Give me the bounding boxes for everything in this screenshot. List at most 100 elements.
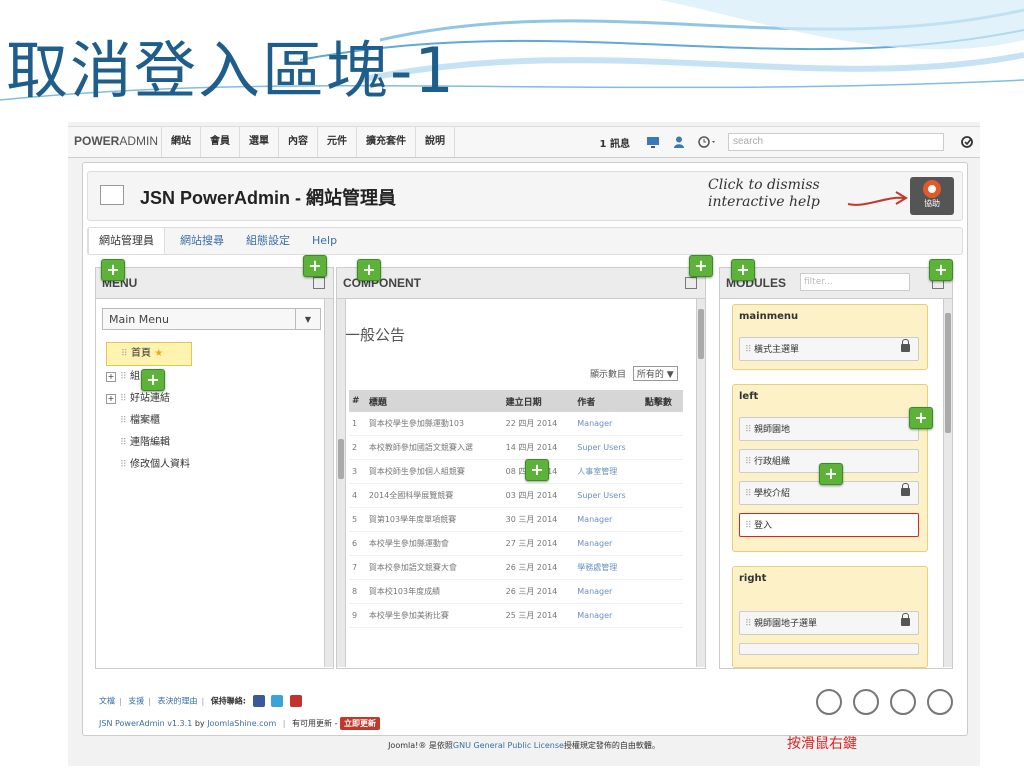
add-menu-item-button[interactable]: + [141,369,165,391]
row-author[interactable]: 人事室管理 [574,459,642,484]
nav-users[interactable]: 會員 [200,127,239,157]
table-row[interactable]: 2 本校教師參加國語文競賽入選 14 四月 2014 Super Users [349,435,683,460]
row-author[interactable]: Super Users [574,483,642,508]
add-article-button[interactable]: + [525,459,549,481]
nav-help[interactable]: 說明 [415,127,455,157]
search-input[interactable]: search [728,133,944,151]
col-created[interactable]: 建立日期 [502,390,575,412]
add-button[interactable]: + [689,255,713,277]
mobile-icon[interactable] [927,689,953,715]
dismiss-help-hint[interactable]: Click to dismiss interactive help [708,177,820,211]
tab-site-manager[interactable]: 網站管理員 [88,228,165,254]
module-item[interactable] [739,643,919,655]
maximize-icon[interactable] [313,277,325,289]
row-title[interactable]: 本校教師參加國語文競賽入選 [365,435,503,460]
row-title[interactable]: 賀本校103年度成績 [365,579,503,604]
table-row[interactable]: 1 賀本校學生參加縣運動103 22 四月 2014 Manager [349,412,683,436]
add-button[interactable]: + [303,255,327,277]
component-left-scrollbar[interactable] [337,299,346,667]
clock-dropdown-icon[interactable] [698,135,718,149]
add-module-item-button[interactable]: + [819,463,843,485]
table-row[interactable]: 3賀本校師生參加個人組競賽08 四月 2014人事室管理 [349,459,683,484]
col-number[interactable]: # [349,390,366,412]
table-row[interactable]: 5 賀第103學年度單項競賽 30 三月 2014 Manager [349,507,683,532]
brand-logo[interactable]: POWERADMIN [74,134,158,148]
tab-configuration[interactable]: 組態設定 [236,228,300,254]
row-title[interactable]: 賀本校學生參加縣運動103 [365,412,503,436]
module-filter-input[interactable]: filter... [800,273,910,291]
nav-components[interactable]: 元件 [317,127,356,157]
menu-item-profile[interactable]: ⠿ 修改個人資料 [106,454,192,476]
company-link[interactable]: JoomlaShine.com [207,719,276,728]
facebook-icon[interactable] [252,695,265,707]
row-title[interactable]: 本校學生參加美術比賽 [365,603,503,628]
table-row[interactable]: 7 賀本校參加語文競賽大會 26 三月 2014 學務處管理 [349,555,683,580]
footer-link-docs[interactable]: 文檔 [99,697,115,706]
youtube-icon[interactable] [289,695,302,707]
module-item[interactable]: ⠿ 橫式主選單 [739,337,919,361]
add-module-left-button[interactable]: + [909,407,933,429]
display-select[interactable]: 所有的 ▼ [632,366,678,381]
expand-icon[interactable]: + [106,372,116,382]
modules-scrollbar[interactable] [943,299,952,667]
expand-icon[interactable]: + [106,394,116,404]
module-item[interactable]: ⠿ 親師園地子選單 [739,611,919,635]
col-hits[interactable]: 點擊數 [641,390,683,412]
nav-menus[interactable]: 選單 [239,127,278,157]
update-now-button[interactable]: 立即更新 [340,717,381,730]
nav-site[interactable]: 網站 [161,127,200,157]
footer-link-support[interactable]: 支援 [128,697,144,706]
user-icon[interactable] [672,135,686,149]
module-item[interactable]: ⠿ 親師園地 [739,417,919,441]
module-position-right[interactable]: right ⠿ 親師園地子選單 [732,566,928,668]
menu-select[interactable]: Main Menu ▼ [102,308,321,330]
row-author[interactable]: Manager [574,603,642,628]
row-author[interactable]: Manager [574,531,642,556]
add-component-button[interactable]: + [357,259,381,281]
module-position-mainmenu[interactable]: mainmenu ⠿ 橫式主選單 [732,304,928,370]
lock-icon [901,613,910,626]
help-button[interactable]: 協助 [910,177,954,215]
tab-site-search[interactable]: 網站搜尋 [170,228,234,254]
monitor-icon[interactable] [646,135,660,149]
row-title[interactable]: 賀本校參加語文競賽大會 [365,555,503,580]
row-title[interactable]: 2014全國科學展覽競賽 [365,483,503,508]
add-button[interactable]: + [929,259,953,281]
row-author[interactable]: Manager [574,579,642,604]
table-row[interactable]: 6 本校學生參加縣運動會 27 三月 2014 Manager [349,531,683,556]
row-author[interactable]: 學務處管理 [574,555,642,580]
add-menu-button[interactable]: + [101,259,125,281]
table-row[interactable]: 8 賀本校103年度成績 26 三月 2014 Manager [349,579,683,604]
row-author[interactable]: Manager [574,507,642,532]
row-author[interactable]: Manager [574,412,642,436]
component-scrollbar[interactable] [696,299,705,667]
row-title[interactable]: 賀本校師生參加個人組競賽 [365,459,503,484]
table-row[interactable]: 4 2014全國科學展覽競賽 03 四月 2014 Super Users [349,483,683,508]
footer-link-vote[interactable]: 表決的理由 [158,697,198,706]
maximize-icon[interactable] [685,277,697,289]
nav-content[interactable]: 內容 [278,127,317,157]
database-icon[interactable] [890,689,916,715]
row-title[interactable]: 本校學生參加縣運動會 [365,531,503,556]
twitter-icon[interactable] [271,695,284,707]
add-module-button[interactable]: + [731,259,755,281]
menu-item-home[interactable]: ⠿ 首頁 ★ [106,342,192,366]
nav-extensions[interactable]: 擴充套件 [356,127,415,157]
menu-item-link-edit[interactable]: ⠿ 連階編輯 [106,432,192,454]
menu-item-files[interactable]: ⠿ 檔案櫃 [106,410,192,432]
gpl-link[interactable]: GNU General Public License [453,741,564,750]
menu-item-links[interactable]: + ⠿ 好站連結 [106,388,192,410]
messages-link[interactable]: 1 訊息 [600,135,630,150]
copy-icon[interactable] [853,689,879,715]
menu-scrollbar[interactable] [324,299,333,667]
version-link[interactable]: JSN PowerAdmin v1.3.1 [99,719,192,728]
power-icon[interactable] [960,135,974,149]
tab-help[interactable]: Help [302,228,347,254]
col-title[interactable]: 標題 [365,390,503,412]
bolt-icon[interactable] [816,689,842,715]
row-author[interactable]: Super Users [574,435,642,460]
row-title[interactable]: 賀第103學年度單項競賽 [365,507,503,532]
table-row[interactable]: 9 本校學生參加美術比賽 25 三月 2014 Manager [349,603,683,628]
col-author[interactable]: 作者 [574,390,642,412]
module-item-login[interactable]: ⠿ 登入 [739,513,919,537]
